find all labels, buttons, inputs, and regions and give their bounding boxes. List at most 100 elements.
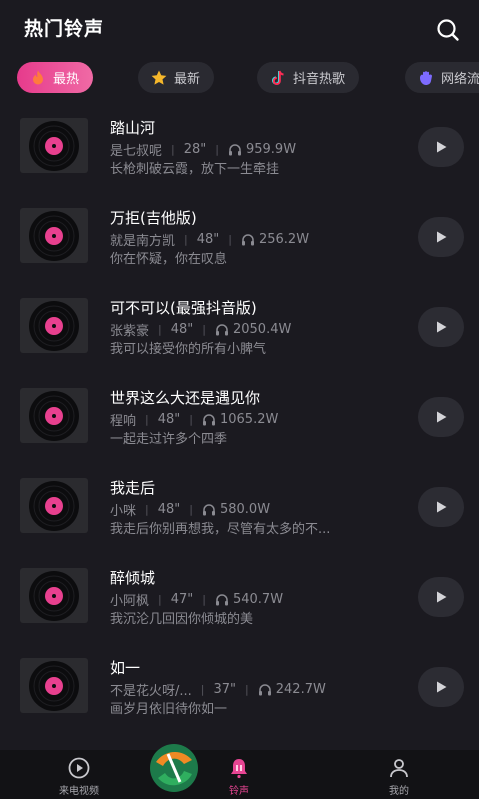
play-icon	[437, 591, 447, 603]
divider: |	[189, 413, 193, 426]
song-meta: 张紫豪 | 48" | 2050.4W	[110, 320, 291, 339]
tab-label: 最新	[174, 72, 201, 87]
headphones-icon	[258, 684, 271, 696]
bell-icon	[231, 759, 247, 779]
play-button[interactable]	[418, 127, 464, 167]
song-meta: 是七叔呢 | 28" | 959.9W	[110, 140, 296, 159]
song-title: 我走后	[110, 479, 156, 497]
play-icon	[437, 321, 447, 333]
vinyl-disc-icon	[20, 568, 88, 623]
play-button[interactable]	[418, 667, 464, 707]
song-artist: 程响	[110, 414, 137, 429]
song-row[interactable]: 可不可以(最强抖音版) 张紫豪 | 48" | 2050.4W 我可以接受你的所有小脾气	[0, 280, 479, 370]
song-play-count: 256.2W	[258, 232, 310, 247]
divider: |	[184, 233, 188, 246]
divider: |	[158, 323, 162, 336]
song-artist: 是七叔呢	[110, 144, 163, 159]
song-play-count: 242.7W	[275, 682, 326, 697]
person-icon	[390, 759, 408, 778]
song-duration: 37"	[213, 682, 237, 697]
song-meta: 就是南方凯 | 48" | 256.2W	[110, 230, 309, 249]
song-play-count: 959.9W	[245, 142, 297, 157]
bottom-navigation: 来电视频 铃声 我的	[0, 750, 479, 799]
song-lyric: 一起走过许多个四季	[110, 432, 228, 447]
divider: |	[228, 233, 232, 246]
app-logo	[150, 744, 198, 792]
play-button[interactable]	[418, 217, 464, 257]
divider: |	[202, 593, 206, 606]
vinyl-disc-icon	[20, 388, 88, 443]
song-duration: 48"	[196, 232, 220, 247]
play-button[interactable]	[418, 577, 464, 617]
play-icon	[437, 141, 447, 153]
song-duration: 48"	[157, 412, 181, 427]
song-play-count: 1065.2W	[219, 412, 279, 427]
vinyl-disc-icon	[20, 298, 88, 353]
nav-mine[interactable]: 我的	[359, 756, 439, 797]
song-meta: 小阿枫 | 47" | 540.7W	[110, 590, 283, 609]
headphones-icon	[228, 144, 241, 156]
tab-douyin-hits[interactable]: 抖音热歌	[257, 62, 360, 93]
song-meta: 程响 | 48" | 1065.2W	[110, 410, 278, 429]
play-circle-icon	[68, 757, 90, 779]
song-title: 万拒(吉他版)	[110, 209, 197, 227]
nav-call-video[interactable]: 来电视频	[39, 756, 119, 797]
divider: |	[171, 143, 175, 156]
divider: |	[145, 503, 149, 516]
divider: |	[202, 323, 206, 336]
hand-icon	[420, 70, 432, 85]
play-button[interactable]	[418, 397, 464, 437]
song-lyric: 长枪刺破云霞，放下一生牵挂	[110, 162, 280, 177]
category-tabs: 最热 最新 抖音热歌 网络流	[0, 62, 479, 94]
vinyl-disc-icon	[20, 478, 88, 533]
song-row[interactable]: 如一 不是花火呀/... | 37" | 242.7W 画岁月依旧待你如一	[0, 640, 479, 730]
song-play-count: 580.0W	[219, 502, 271, 517]
headphones-icon	[241, 234, 254, 246]
song-title: 醉倾城	[110, 569, 156, 587]
play-button[interactable]	[418, 307, 464, 347]
song-artist: 就是南方凯	[110, 234, 176, 249]
header: 热门铃声	[0, 0, 479, 56]
play-icon	[437, 681, 447, 693]
song-play-count: 540.7W	[232, 592, 284, 607]
song-play-count: 2050.4W	[232, 322, 292, 337]
headphones-icon	[202, 414, 215, 426]
divider: |	[189, 503, 193, 516]
tab-newest[interactable]: 最新	[138, 62, 215, 93]
song-duration: 28"	[183, 142, 207, 157]
search-button[interactable]	[434, 16, 462, 44]
vinyl-disc-icon	[20, 658, 88, 713]
song-title: 如一	[110, 659, 141, 677]
song-title: 踏山河	[110, 119, 156, 137]
play-button[interactable]	[418, 487, 464, 527]
song-lyric: 我走后你别再想我，尽管有太多的不...	[110, 522, 331, 537]
song-duration: 48"	[170, 322, 194, 337]
tab-hottest[interactable]: 最热	[17, 62, 94, 93]
divider: |	[215, 143, 219, 156]
tiktok-icon	[272, 70, 284, 85]
vinyl-disc-icon	[20, 118, 88, 173]
page-title: 热门铃声	[24, 18, 105, 40]
nav-label: 我的	[389, 786, 409, 797]
song-duration: 48"	[157, 502, 181, 517]
song-row[interactable]: 醉倾城 小阿枫 | 47" | 540.7W 我沉沦几回因你倾城的美	[0, 550, 479, 640]
divider: |	[145, 413, 149, 426]
tab-network[interactable]: 网络流	[405, 62, 479, 93]
headphones-icon	[202, 504, 215, 516]
search-icon	[437, 19, 459, 41]
song-lyric: 我沉沦几回因你倾城的美	[110, 612, 254, 627]
nav-label: 来电视频	[59, 786, 99, 797]
vinyl-disc-icon	[20, 208, 88, 263]
headphones-icon	[215, 594, 228, 606]
nav-ringtones[interactable]: 铃声	[199, 756, 279, 797]
song-row[interactable]: 万拒(吉他版) 就是南方凯 | 48" | 256.2W 你在怀疑，你在叹息	[0, 190, 479, 280]
song-row[interactable]: 我走后 小咪 | 48" | 580.0W 我走后你别再想我，尽管有太多的不...	[0, 460, 479, 550]
song-meta: 不是花火呀/... | 37" | 242.7W	[110, 680, 326, 699]
divider: |	[245, 683, 249, 696]
tab-label: 最热	[53, 72, 80, 87]
song-artist: 不是花火呀/...	[110, 684, 192, 699]
song-meta: 小咪 | 48" | 580.0W	[110, 500, 270, 519]
song-row[interactable]: 世界这么大还是遇见你 程响 | 48" | 1065.2W 一起走过许多个四季	[0, 370, 479, 460]
divider: |	[158, 593, 162, 606]
song-row[interactable]: 踏山河是七叔呢 | 28" | 959.9W 长枪刺破云霞，放下一生牵挂	[0, 100, 479, 190]
